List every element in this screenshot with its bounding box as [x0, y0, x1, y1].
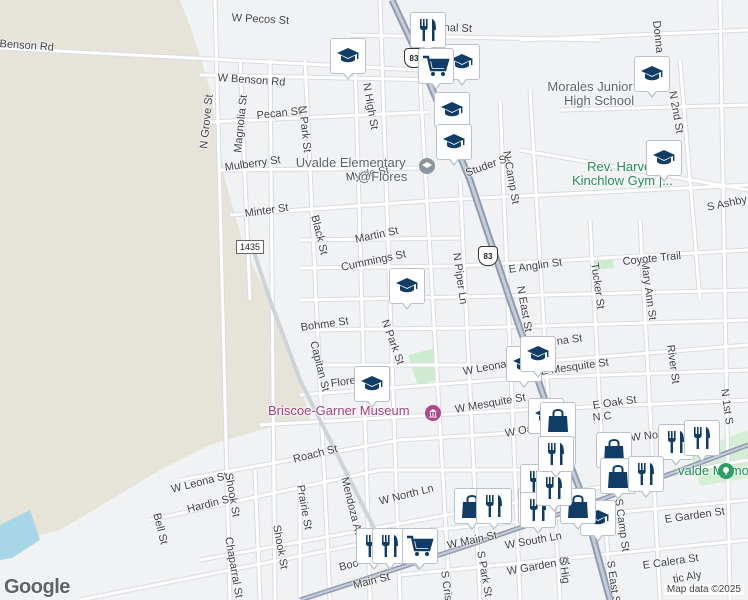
place-marker[interactable] — [634, 56, 670, 100]
graduation-cap-icon — [360, 374, 384, 394]
shopping-bag-icon — [546, 407, 570, 433]
fork-knife-icon — [545, 441, 567, 467]
fork-knife-icon — [635, 461, 657, 487]
street-label: nal St — [443, 22, 473, 35]
fork-knife-icon — [379, 533, 401, 559]
place-marker[interactable] — [628, 456, 664, 500]
place-marker[interactable] — [684, 420, 720, 464]
uvalde-line2: @Flores — [358, 169, 408, 184]
shopping-cart-icon — [406, 534, 434, 558]
map-attribution[interactable]: Map data ©2025 — [663, 584, 744, 595]
place-marker[interactable] — [389, 268, 425, 312]
shopping-cart-icon — [422, 54, 450, 78]
place-marker[interactable] — [476, 488, 512, 532]
graduation-cap-icon — [526, 344, 550, 364]
google-logo: Google — [4, 576, 70, 598]
place-marker[interactable] — [538, 436, 574, 480]
uvalde-elementary-label[interactable]: Uvalde Elementary @Flores — [294, 155, 408, 184]
morales-line2: High School — [564, 93, 635, 108]
graduation-cap-icon — [442, 132, 466, 152]
graduation-cap-icon — [336, 46, 360, 66]
us-83-shield: 83 — [478, 246, 498, 266]
place-marker[interactable] — [330, 38, 366, 82]
museum-icon[interactable] — [425, 405, 441, 421]
shopping-bag-icon — [606, 463, 630, 489]
graduation-cap-icon — [640, 64, 664, 84]
morales-junior-high-label[interactable]: Morales Junior High School — [546, 80, 634, 108]
graduation-cap-icon — [652, 148, 676, 168]
uvalde-line1: Uvalde Elementary — [295, 155, 406, 170]
fm-1435-shield: 1435 — [236, 240, 265, 254]
place-marker[interactable] — [646, 140, 682, 184]
street-label: N C — [592, 410, 613, 424]
place-marker[interactable] — [520, 336, 556, 380]
graduation-cap-icon — [440, 100, 464, 120]
map[interactable]: W Pecos St Benson Rd W Benson Rd N Grove… — [0, 0, 748, 600]
school-dot-icon[interactable] — [419, 158, 435, 174]
fork-knife-icon — [691, 425, 713, 451]
fork-knife-icon — [483, 493, 505, 519]
place-marker[interactable] — [436, 124, 472, 168]
place-marker[interactable] — [402, 528, 438, 572]
place-marker[interactable] — [354, 366, 390, 410]
fork-knife-icon — [417, 17, 439, 43]
park-tree-icon[interactable] — [718, 463, 734, 479]
morales-line1: Morales Junior — [547, 79, 633, 94]
graduation-cap-icon — [395, 276, 419, 296]
place-marker[interactable] — [418, 48, 454, 92]
